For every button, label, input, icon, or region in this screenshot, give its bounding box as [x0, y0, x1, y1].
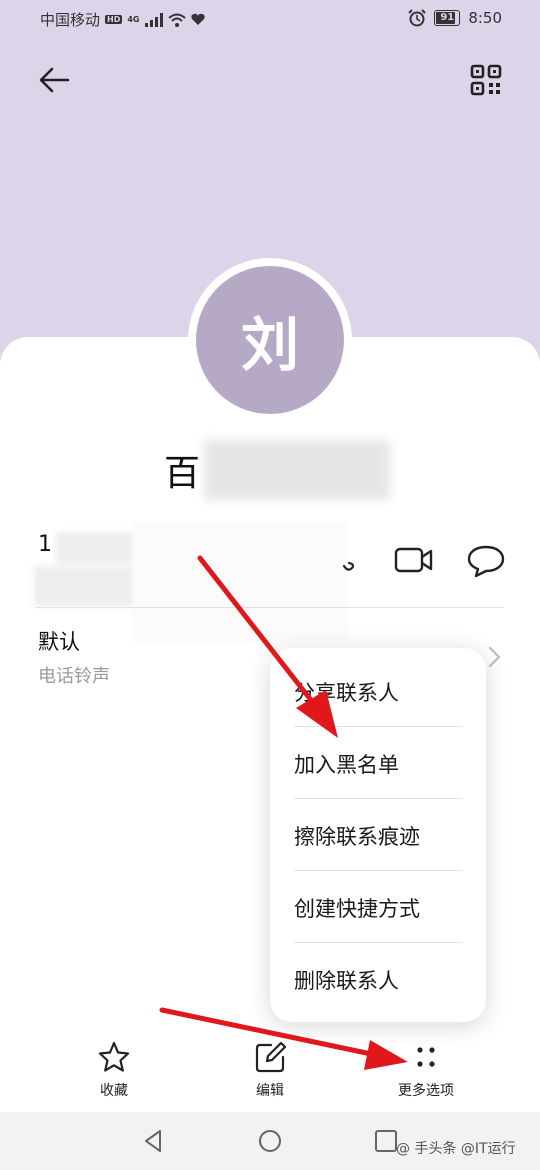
signal-icon: [144, 12, 163, 27]
ringtone-label: 电话铃声: [38, 666, 110, 687]
clock-time: 8:50: [468, 9, 502, 27]
more-options-button[interactable]: 更多选项: [366, 1040, 486, 1104]
chevron-right-icon: [488, 646, 501, 668]
favorite-label: 收藏: [100, 1083, 128, 1099]
menu-item-erase-traces[interactable]: 擦除联系痕迹: [294, 800, 462, 872]
more-options-menu: 分享联系人 加入黑名单 擦除联系痕迹 创建快捷方式 删除联系人: [270, 648, 486, 1022]
carrier-label: 中国移动: [40, 11, 101, 29]
nav-back-icon[interactable]: [140, 1127, 168, 1155]
phone-number[interactable]: 1: [38, 532, 52, 557]
message-icon[interactable]: [466, 543, 506, 579]
redaction-patch: [132, 522, 348, 642]
menu-item-label: 创建快捷方式: [294, 897, 420, 921]
watermark: @ 手头条 @IT运行: [396, 1141, 516, 1157]
wifi-icon: [167, 13, 186, 27]
video-call-icon[interactable]: [394, 544, 434, 576]
edit-label: 编辑: [256, 1083, 284, 1099]
more-dots-icon: [417, 1047, 435, 1067]
heart-icon: [190, 13, 205, 25]
phone-call-icon[interactable]: [330, 548, 360, 578]
battery-icon: 91: [434, 10, 461, 26]
menu-item-delete-contact[interactable]: 删除联系人: [294, 944, 462, 1016]
menu-divider: [294, 942, 462, 943]
battery-level: 91: [440, 12, 455, 23]
menu-item-label: 分享联系人: [294, 681, 399, 705]
edit-button[interactable]: 编辑: [210, 1040, 330, 1104]
edit-icon: [255, 1041, 286, 1073]
divider: [36, 607, 504, 608]
name-redaction: [204, 440, 391, 500]
nav-home-icon[interactable]: [256, 1127, 284, 1155]
menu-item-label: 加入黑名单: [294, 753, 399, 777]
more-options-label: 更多选项: [398, 1083, 454, 1099]
contact-name-text: 百: [164, 453, 201, 494]
alarm-icon: [408, 9, 427, 27]
menu-item-share-contact[interactable]: 分享联系人: [294, 656, 462, 728]
menu-divider: [294, 798, 462, 799]
menu-item-label: 擦除联系痕迹: [294, 825, 420, 849]
menu-divider: [294, 726, 462, 727]
menu-item-create-shortcut[interactable]: 创建快捷方式: [294, 872, 462, 944]
menu-item-add-blacklist[interactable]: 加入黑名单: [294, 728, 462, 800]
avatar-initial: 刘: [240, 311, 299, 379]
menu-divider: [294, 870, 462, 871]
contact-name: 百: [164, 440, 391, 500]
ringtone-value: 默认: [38, 630, 80, 654]
star-icon: [98, 1041, 130, 1072]
hd-badge: HD: [105, 15, 123, 24]
qr-code-icon[interactable]: [466, 60, 506, 100]
favorite-button[interactable]: 收藏: [54, 1040, 174, 1104]
network-type: 4G: [127, 15, 140, 24]
back-arrow-icon[interactable]: [34, 60, 74, 100]
status-bar: 中国移动 HD 4G 91 8:50: [0, 0, 540, 36]
menu-item-label: 删除联系人: [294, 969, 399, 993]
avatar: 刘: [196, 266, 344, 414]
